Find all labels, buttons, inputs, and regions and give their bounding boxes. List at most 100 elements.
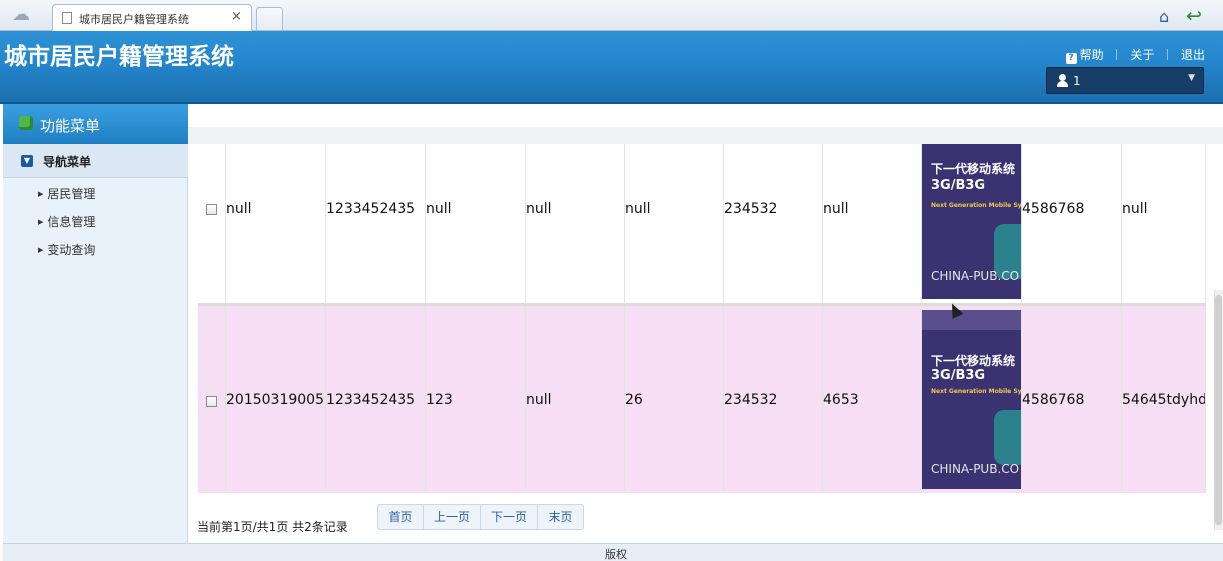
table-cell: 123 (426, 306, 526, 493)
table-cell: 201503190057 (226, 306, 326, 493)
prev-page-button[interactable]: 上一页 (424, 505, 481, 529)
sidebar-item-label: 信息管理 (47, 215, 96, 229)
divider (1167, 49, 1169, 60)
checkbox-cell (198, 144, 226, 303)
table-row[interactable]: null 1233452435 null null null 234532 nu… (198, 144, 1206, 303)
pagination: 首页 上一页 下一页 末页 (377, 504, 584, 530)
row-checkbox[interactable] (206, 396, 217, 407)
caret-right-icon: ▶ (38, 218, 44, 226)
cell-text: 1233452435 (326, 201, 416, 217)
cell-text: null (526, 392, 552, 408)
browser-tab-title: 城市居民户籍管理系统 (79, 13, 189, 26)
data-table: null 1233452435 null null null 234532 nu… (198, 144, 1206, 494)
cover-publisher: CHINA-PUB.CO (931, 269, 1020, 283)
table-cell: 234532 (724, 306, 823, 493)
cell-text: 4586768 (1022, 201, 1085, 217)
back-arrow-icon[interactable]: ↩ (1186, 5, 1202, 27)
cover-english-title: Next Generation Mobile Systems: 3G & Bey… (931, 202, 1021, 209)
user-dropdown-value: 1 (1073, 74, 1081, 88)
table-cell: null (625, 144, 724, 303)
pagination-info: 当前第1页/共1页 共2条记录 (197, 520, 348, 534)
table-cell: null (226, 144, 326, 303)
scrollbar-thumb[interactable] (1215, 295, 1222, 525)
table-row[interactable]: 201503190057 1233452435 123 null 26 2345… (198, 306, 1206, 493)
top-links: ? 帮助 关于 退出 (1065, 46, 1205, 64)
nav-menu-header[interactable]: ▼ 导航菜单 (3, 144, 188, 178)
cover-publisher: CHINA-PUB.CO (931, 462, 1020, 476)
table-cell: 1233452435 (326, 144, 426, 303)
home-icon[interactable]: ⌂ (1159, 7, 1169, 26)
table-cell: 54645tdyhdf (1122, 306, 1206, 493)
sidebar-item-changes[interactable]: ▶ 变动查询 (38, 241, 95, 258)
sidebar-item-label: 变动查询 (47, 243, 96, 257)
help-icon[interactable]: ? (1065, 53, 1077, 64)
cell-text: 123 (426, 392, 453, 408)
cover-subtitle: 3G/B3G (931, 368, 986, 383)
table-cell: 234532 (724, 144, 823, 303)
close-icon[interactable]: × (231, 9, 242, 24)
checkbox-cell (198, 306, 226, 493)
caret-right-icon: ▶ (38, 246, 44, 254)
new-tab-button[interactable] (256, 7, 283, 30)
first-page-button[interactable]: 首页 (378, 505, 424, 529)
table-cell: null (526, 144, 625, 303)
cell-text: null (226, 201, 252, 217)
page-icon (62, 12, 72, 24)
cover-title: 下一代移动系统 (931, 354, 1016, 368)
browser-tab[interactable]: 城市居民户籍管理系统 × (52, 4, 252, 31)
table-cell: 4653 (823, 306, 922, 493)
cover-english-title: Next Generation Mobile Systems: 3G & Bey… (931, 388, 1021, 395)
logout-link[interactable]: 退出 (1181, 46, 1205, 63)
table-cell: 4586768 (1022, 144, 1122, 303)
cell-text: null (1122, 201, 1148, 217)
footer: 版权 (3, 543, 1223, 561)
cell-text: 201503190057 (226, 392, 326, 408)
last-page-button[interactable]: 末页 (538, 505, 583, 529)
caret-right-icon: ▶ (38, 190, 44, 198)
table-cell: 1233452435 (326, 306, 426, 493)
sidebar-item-info[interactable]: ▶ 信息管理 (38, 213, 95, 230)
cell-text: 234532 (724, 201, 778, 217)
table-cell: null (426, 144, 526, 303)
row-checkbox[interactable] (206, 204, 217, 215)
cover-graphic (994, 410, 1021, 465)
chevron-down-icon: ▼ (1188, 73, 1195, 83)
book-cover-image[interactable]: 下一代移动系统 3G/B3G Next Generation Mobile Sy… (922, 144, 1021, 299)
table-cell: 26 (625, 306, 724, 493)
cloud-icon[interactable]: ☁ (12, 6, 38, 24)
cover-title: 下一代移动系统 (931, 162, 1016, 176)
user-dropdown[interactable]: 1 ▼ (1046, 67, 1204, 94)
sidebar-item-residents[interactable]: ▶ 居民管理 (38, 185, 95, 202)
content-top (188, 104, 1223, 127)
cover-subtitle: 3G/B3G (931, 178, 986, 193)
divider (1116, 49, 1118, 60)
table-cell: 4586768 (1022, 306, 1122, 493)
copyright-text: 版权 (605, 548, 627, 561)
main-content: null 1233452435 null null null 234532 nu… (188, 104, 1223, 544)
about-link[interactable]: 关于 (1130, 46, 1154, 63)
cell-text: 54645tdyhdf (1122, 392, 1206, 408)
sidebar: 功能菜单 ▼ 导航菜单 ▶ 居民管理 ▶ 信息管理 ▶ 变动查询 (3, 104, 188, 544)
cell-text: null (426, 201, 452, 217)
help-link[interactable]: 帮助 (1080, 46, 1104, 63)
cell-text: null (625, 201, 651, 217)
app-header: 城市居民户籍管理系统 ? 帮助 关于 退出 1 ▼ (0, 31, 1223, 104)
cover-top-strip (922, 310, 1021, 330)
content-toolbar (188, 127, 1223, 144)
cell-text: 234532 (724, 392, 778, 408)
sidebar-header: 功能菜单 (3, 104, 188, 144)
cell-text: 4586768 (1022, 392, 1085, 408)
cube-icon (19, 116, 33, 130)
table-cell: null (526, 306, 625, 493)
app-title: 城市居民户籍管理系统 (4, 44, 234, 70)
user-icon (1056, 74, 1068, 88)
cell-text: 26 (625, 392, 643, 408)
image-cell: 下一代移动系统 3G/B3G Next Generation Mobile Sy… (922, 306, 1022, 493)
table-cell: null (1122, 144, 1206, 303)
collapse-icon[interactable]: ▼ (21, 155, 33, 167)
sidebar-title: 功能菜单 (40, 117, 101, 135)
cell-text: 4653 (823, 392, 859, 408)
book-cover-image[interactable]: 下一代移动系统 3G/B3G Next Generation Mobile Sy… (922, 310, 1021, 489)
sidebar-item-label: 居民管理 (47, 187, 96, 201)
next-page-button[interactable]: 下一页 (481, 505, 538, 529)
